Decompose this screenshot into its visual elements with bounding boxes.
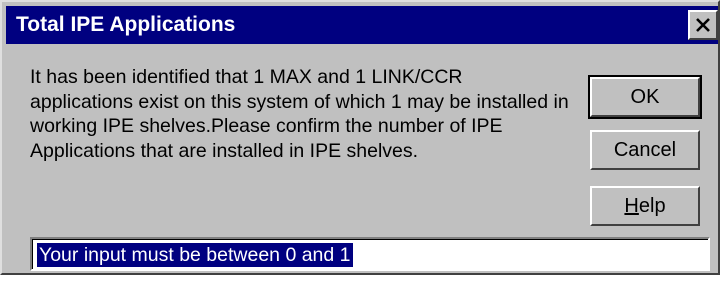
help-button-label: Help (624, 194, 666, 217)
ok-button[interactable]: OK (588, 75, 702, 119)
input-inner-border: Your input must be between 0 and 1 (32, 239, 708, 269)
dialog-window: Total IPE Applications It has been ident… (0, 0, 720, 275)
close-x-icon (696, 18, 710, 32)
help-button[interactable]: Help (590, 186, 700, 226)
close-button[interactable] (688, 10, 718, 40)
dialog-message: It has been identified that 1 MAX and 1 … (30, 66, 569, 162)
input-selected-text: Your input must be between 0 and 1 (37, 243, 353, 267)
quantity-input[interactable]: Your input must be between 0 and 1 (30, 237, 710, 271)
title-bar[interactable]: Total IPE Applications (6, 6, 718, 44)
dialog-title: Total IPE Applications (16, 13, 236, 36)
cancel-button[interactable]: Cancel (590, 130, 700, 170)
